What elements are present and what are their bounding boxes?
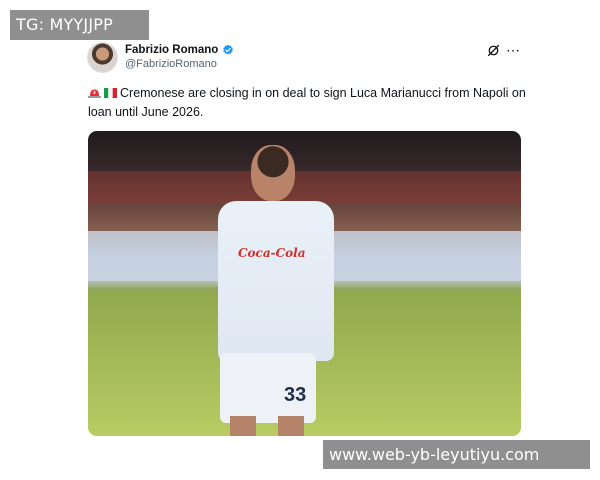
tweet-media-image[interactable]: Coca-Cola 33 [88,131,521,436]
author-name[interactable]: Fabrizio Romano [125,44,218,56]
shirt-number: 33 [284,384,307,406]
player-jersey [218,201,334,361]
more-options-icon[interactable]: ⋯ [506,42,521,59]
player-leg-right [278,416,304,436]
watermark-bottom: www.web-yb-leyutiyu.com [323,440,590,469]
siren-emoji [88,89,101,98]
verified-badge-icon [223,44,234,55]
tweet-text: Cremonese are closing in on deal to sign… [88,86,526,119]
player-head [251,145,295,201]
author-name-row[interactable]: Fabrizio Romano [125,42,234,58]
stands [88,171,521,203]
avatar[interactable] [87,42,118,73]
author-handle[interactable]: @FabrizioRomano [125,58,217,70]
shirt-sponsor: Coca-Cola [238,246,306,260]
watermark-top: TG: MYYJJPP [10,10,149,40]
grok-icon[interactable] [487,44,500,57]
player-leg-left [230,416,256,436]
tweet-body: Cremonese are closing in on deal to sign… [88,84,528,122]
italy-flag-emoji [104,88,117,98]
